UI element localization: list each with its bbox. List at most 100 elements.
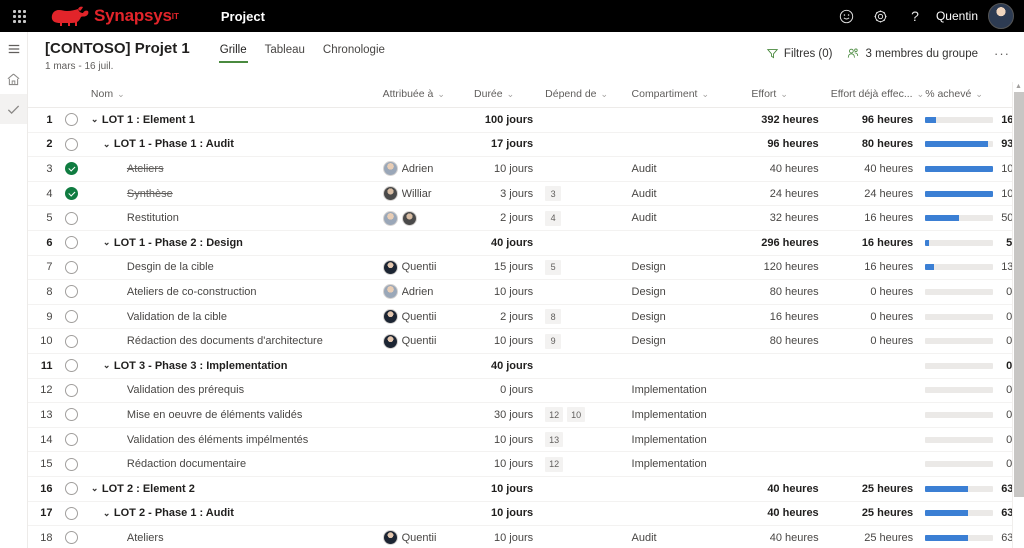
assignee-cell[interactable]: Adrien bbox=[377, 280, 468, 305]
effort-cell[interactable] bbox=[745, 452, 824, 477]
dependency-chip[interactable]: 10 bbox=[567, 407, 585, 422]
task-complete-checkbox[interactable] bbox=[65, 408, 78, 421]
table-row[interactable]: 3AteliersAdrien10 joursAudit40 heures40 … bbox=[28, 157, 1024, 182]
chevron-down-icon[interactable]: ⌄ bbox=[103, 139, 114, 150]
effort-cell[interactable]: 392 heures bbox=[745, 108, 824, 133]
tab-grille[interactable]: Grille bbox=[211, 42, 256, 63]
column-header-effort[interactable]: Effort⌄ bbox=[745, 82, 824, 108]
column-header-percent-complete[interactable]: % achevé⌄ bbox=[919, 82, 1024, 108]
duration-cell[interactable]: 2 jours bbox=[468, 304, 539, 329]
percent-complete-cell[interactable]: 0% bbox=[919, 427, 1024, 452]
task-name-cell[interactable]: Mise en oeuvre de éléments validés bbox=[85, 403, 377, 428]
chevron-down-icon[interactable]: ⌄ bbox=[91, 483, 102, 494]
task-complete-checkbox[interactable] bbox=[65, 261, 78, 274]
effort-done-cell[interactable]: 25 heures bbox=[825, 476, 920, 501]
depends-on-cell[interactable]: 5 bbox=[539, 255, 625, 280]
column-header-assignee[interactable]: Attribuée à⌄ bbox=[377, 82, 468, 108]
effort-done-cell[interactable]: 25 heures bbox=[825, 501, 920, 526]
assignee-cell[interactable] bbox=[377, 353, 468, 378]
duration-cell[interactable]: 100 jours bbox=[468, 108, 539, 133]
effort-done-cell[interactable]: 24 heures bbox=[825, 181, 920, 206]
effort-cell[interactable]: 40 heures bbox=[745, 476, 824, 501]
effort-done-cell[interactable]: 25 heures bbox=[825, 526, 920, 548]
effort-cell[interactable]: 24 heures bbox=[745, 181, 824, 206]
percent-complete-cell[interactable]: 0% bbox=[919, 329, 1024, 354]
effort-done-cell[interactable]: 40 heures bbox=[825, 157, 920, 182]
depends-on-cell[interactable] bbox=[539, 157, 625, 182]
gear-icon[interactable] bbox=[864, 0, 898, 32]
table-row[interactable]: 1⌄LOT 1 : Element 1100 jours392 heures96… bbox=[28, 108, 1024, 133]
table-row[interactable]: 15Rédaction documentaire10 jours12Implem… bbox=[28, 452, 1024, 477]
dependency-chip[interactable]: 12 bbox=[545, 407, 563, 422]
assignee-cell[interactable] bbox=[377, 501, 468, 526]
task-name-cell[interactable]: ⌄LOT 3 - Phase 3 : Implementation bbox=[85, 353, 377, 378]
task-name-cell[interactable]: Desgin de la cible bbox=[85, 255, 377, 280]
task-complete-checkbox[interactable] bbox=[65, 531, 78, 544]
task-name-cell[interactable]: Rédaction des documents d'architecture bbox=[85, 329, 377, 354]
task-complete-checkbox[interactable] bbox=[65, 335, 78, 348]
assignee-cell[interactable] bbox=[377, 108, 468, 133]
percent-complete-cell[interactable]: 50% bbox=[919, 206, 1024, 231]
effort-cell[interactable]: 40 heures bbox=[745, 157, 824, 182]
dependency-chip[interactable]: 8 bbox=[545, 309, 561, 324]
task-name-cell[interactable]: Ateliers bbox=[85, 526, 377, 548]
duration-cell[interactable]: 10 jours bbox=[468, 157, 539, 182]
task-name-cell[interactable]: Validation des prérequis bbox=[85, 378, 377, 403]
task-name-cell[interactable]: ⌄LOT 1 - Phase 2 : Design bbox=[85, 230, 377, 255]
task-name-cell[interactable]: ⌄LOT 2 - Phase 1 : Audit bbox=[85, 501, 377, 526]
table-row[interactable]: 9Validation de la cibleQuentii2 jours8De… bbox=[28, 304, 1024, 329]
chevron-down-icon[interactable]: ⌄ bbox=[103, 237, 114, 248]
chevron-down-icon[interactable]: ⌄ bbox=[91, 114, 102, 125]
bucket-cell[interactable]: Audit bbox=[626, 526, 746, 548]
table-row[interactable]: 4SynthèseWilliar3 jours3Audit24 heures24… bbox=[28, 181, 1024, 206]
duration-cell[interactable]: 10 jours bbox=[468, 501, 539, 526]
task-complete-checkbox[interactable] bbox=[65, 212, 78, 225]
column-header-name[interactable]: Nom⌄ bbox=[85, 82, 377, 108]
task-complete-checkbox-checked[interactable] bbox=[65, 162, 78, 175]
depends-on-cell[interactable] bbox=[539, 108, 625, 133]
depends-on-cell[interactable]: 4 bbox=[539, 206, 625, 231]
scrollbar-thumb[interactable] bbox=[1014, 92, 1024, 497]
percent-complete-cell[interactable]: 0% bbox=[919, 280, 1024, 305]
task-name-cell[interactable]: Ateliers bbox=[85, 157, 377, 182]
effort-cell[interactable] bbox=[745, 378, 824, 403]
assignee-cell[interactable] bbox=[377, 476, 468, 501]
bucket-cell[interactable] bbox=[626, 230, 746, 255]
table-row[interactable]: 2⌄LOT 1 - Phase 1 : Audit17 jours96 heur… bbox=[28, 132, 1024, 157]
task-complete-checkbox[interactable] bbox=[65, 359, 78, 372]
table-row[interactable]: 6⌄LOT 1 - Phase 2 : Design40 jours296 he… bbox=[28, 230, 1024, 255]
depends-on-cell[interactable]: 3 bbox=[539, 181, 625, 206]
duration-cell[interactable]: 0 jours bbox=[468, 378, 539, 403]
percent-complete-cell[interactable]: 100% bbox=[919, 181, 1024, 206]
task-name-cell[interactable]: Ateliers de co-construction bbox=[85, 280, 377, 305]
duration-cell[interactable]: 10 jours bbox=[468, 526, 539, 548]
percent-complete-cell[interactable]: 5% bbox=[919, 230, 1024, 255]
duration-cell[interactable]: 10 jours bbox=[468, 427, 539, 452]
column-header-duration[interactable]: Durée⌄ bbox=[468, 82, 539, 108]
task-complete-checkbox[interactable] bbox=[65, 433, 78, 446]
task-complete-checkbox-checked[interactable] bbox=[65, 187, 78, 200]
task-name-cell[interactable]: ⌄LOT 1 - Phase 1 : Audit bbox=[85, 132, 377, 157]
effort-done-cell[interactable] bbox=[825, 353, 920, 378]
task-name-cell[interactable]: Validation des éléments impélmentés bbox=[85, 427, 377, 452]
task-name-cell[interactable]: ⌄LOT 2 : Element 2 bbox=[85, 476, 377, 501]
table-row[interactable]: 16⌄LOT 2 : Element 210 jours40 heures25 … bbox=[28, 476, 1024, 501]
depends-on-cell[interactable] bbox=[539, 230, 625, 255]
effort-done-cell[interactable] bbox=[825, 452, 920, 477]
duration-cell[interactable]: 10 jours bbox=[468, 280, 539, 305]
percent-complete-cell[interactable]: 63% bbox=[919, 526, 1024, 548]
percent-complete-cell[interactable]: 0% bbox=[919, 353, 1024, 378]
depends-on-cell[interactable] bbox=[539, 353, 625, 378]
app-launcher-icon[interactable] bbox=[0, 0, 38, 32]
depends-on-cell[interactable] bbox=[539, 132, 625, 157]
duration-cell[interactable]: 10 jours bbox=[468, 452, 539, 477]
bucket-cell[interactable]: Audit bbox=[626, 206, 746, 231]
table-row[interactable]: 7Desgin de la cibleQuentii15 jours5Desig… bbox=[28, 255, 1024, 280]
bucket-cell[interactable]: Implementation bbox=[626, 452, 746, 477]
assignee-cell[interactable]: Quentii bbox=[377, 526, 468, 548]
percent-complete-cell[interactable]: 100% bbox=[919, 157, 1024, 182]
column-header-depends-on[interactable]: Dépend de⌄ bbox=[539, 82, 625, 108]
tab-tableau[interactable]: Tableau bbox=[256, 42, 314, 63]
table-row[interactable]: 8Ateliers de co-constructionAdrien10 jou… bbox=[28, 280, 1024, 305]
duration-cell[interactable]: 10 jours bbox=[468, 476, 539, 501]
